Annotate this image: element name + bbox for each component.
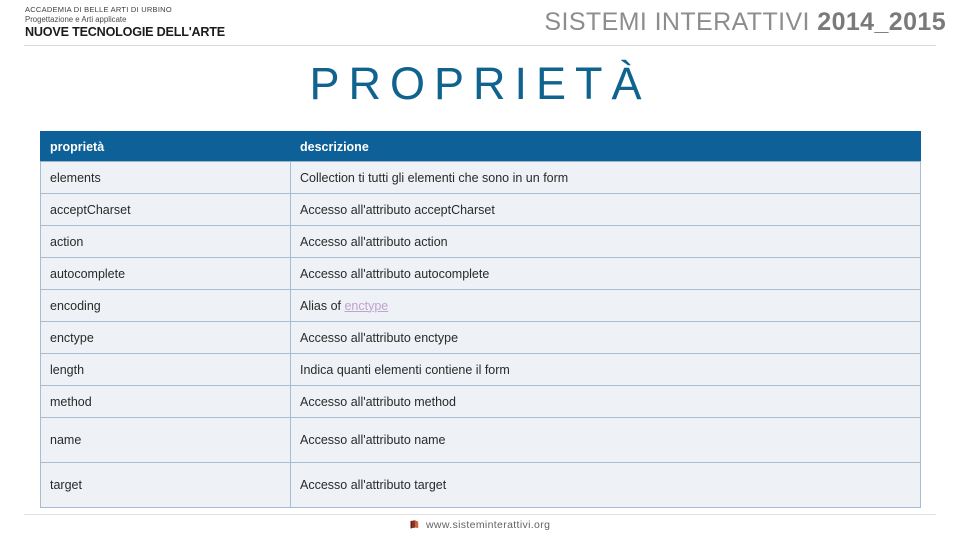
page-title: PROPRIETÀ xyxy=(309,58,651,109)
cell-description: Collection ti tutti gli elementi che son… xyxy=(290,161,921,194)
cell-property: autocomplete xyxy=(40,257,291,290)
cell-description: Accesso all'attributo action xyxy=(290,225,921,258)
cell-property: target xyxy=(40,462,291,508)
table-header-row: proprietà descrizione xyxy=(40,131,921,162)
table-row: method Accesso all'attributo method xyxy=(40,385,921,418)
properties-table: proprietà descrizione elements Collection… xyxy=(40,131,921,508)
cell-property: acceptCharset xyxy=(40,193,291,226)
column-header-description: descrizione xyxy=(290,131,921,162)
table-row: enctype Accesso all'attributo enctype xyxy=(40,321,921,354)
cell-property: action xyxy=(40,225,291,258)
logo-line-program: NUOVE TECNOLOGIE DELL'ARTE xyxy=(25,25,226,40)
table-body: elements Collection ti tutti gli elementi… xyxy=(40,161,921,508)
description-text: Alias of xyxy=(300,298,345,313)
logo-line-department: Progettazione e Arti applicate xyxy=(25,15,127,24)
cell-property: enctype xyxy=(40,321,291,354)
logo-line-academy: ACCADEMIA DI BELLE ARTI DI URBINO xyxy=(25,5,172,14)
cell-property: length xyxy=(40,353,291,386)
footer-divider xyxy=(24,514,936,515)
cell-property: elements xyxy=(40,161,291,194)
table-row: target Accesso all'attributo target xyxy=(40,462,921,508)
table-row: autocomplete Accesso all'attributo autoco… xyxy=(40,257,921,290)
enctype-link[interactable]: enctype xyxy=(344,299,388,313)
course-title: SISTEMI INTERATTIVI 2014_2015 xyxy=(544,8,946,37)
table-row: acceptCharset Accesso all'attributo accep… xyxy=(40,193,921,226)
table-row: elements Collection ti tutti gli elementi… xyxy=(40,161,921,194)
cell-description: Indica quanti elementi contiene il form xyxy=(290,353,921,386)
slide-header: ACCADEMIA DI BELLE ARTI DI URBINO Proget… xyxy=(0,0,960,47)
table-row: encoding Alias of enctype xyxy=(40,289,921,322)
cell-property: name xyxy=(40,417,291,463)
table-row: name Accesso all'attributo name xyxy=(40,417,921,463)
cell-property: encoding xyxy=(40,289,291,322)
cell-description: Alias of enctype xyxy=(290,289,921,322)
cell-description: Accesso all'attributo method xyxy=(290,385,921,418)
cell-description: Accesso all'attributo autocomplete xyxy=(290,257,921,290)
course-year: 2014_2015 xyxy=(817,8,946,36)
cell-description: Accesso all'attributo enctype xyxy=(290,321,921,354)
table-row: length Indica quanti elementi contiene il… xyxy=(40,353,921,386)
course-name: SISTEMI INTERATTIVI xyxy=(544,8,810,36)
academy-logo: ACCADEMIA DI BELLE ARTI DI URBINO Proget… xyxy=(25,6,225,39)
footer-url: www.sisteminterattivi.org xyxy=(426,519,551,531)
table-header: proprietà descrizione xyxy=(40,131,921,162)
footer: www.sisteminterattivi.org xyxy=(0,519,960,532)
cell-description: Accesso all'attributo name xyxy=(290,417,921,463)
header-divider xyxy=(24,45,936,46)
cell-property: method xyxy=(40,385,291,418)
table-row: action Accesso all'attributo action xyxy=(40,225,921,258)
cell-description: Accesso all'attributo target xyxy=(290,462,921,508)
cell-description: Accesso all'attributo acceptCharset xyxy=(290,193,921,226)
book-icon xyxy=(410,520,419,532)
column-header-property: proprietà xyxy=(40,131,291,162)
